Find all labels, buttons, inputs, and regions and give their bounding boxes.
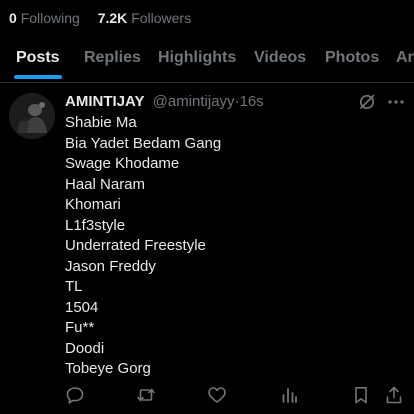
profile-tabs: Posts Replies Highlights Videos Photos A…	[0, 40, 414, 83]
post-text: Shabie Ma Bia Yadet Bedam Gang Swage Kho…	[65, 113, 221, 380]
tab-videos[interactable]: Videos	[254, 48, 306, 68]
following-label: Following	[20, 10, 80, 26]
following-count: 0	[9, 10, 17, 26]
post-text-line: Jason Freddy	[65, 257, 156, 275]
grok-icon[interactable]	[357, 92, 377, 112]
post-time[interactable]: 16s	[240, 93, 264, 110]
tab-photos[interactable]: Photos	[325, 48, 379, 68]
tab-articles[interactable]: Ar	[396, 48, 414, 68]
reply-icon[interactable]	[65, 385, 85, 405]
views-icon[interactable]	[279, 385, 299, 405]
post-text-line: 1504	[65, 298, 99, 316]
followers-count: 7.2K	[97, 10, 128, 26]
active-tab-indicator	[14, 75, 62, 79]
post-text-line: Shabie Ma	[65, 114, 137, 131]
repost-icon[interactable]	[136, 385, 156, 405]
post-text-line: Fu**	[65, 319, 95, 336]
tab-replies[interactable]: Replies	[84, 48, 141, 68]
post-text-line: Khomari	[65, 196, 121, 213]
post-text-line: L1f3style	[65, 216, 126, 234]
profile-stats: 0 Following 7.2K Followers	[9, 9, 191, 27]
author-handle[interactable]: @amintijayy	[153, 93, 235, 110]
tab-highlights[interactable]: Highlights	[158, 48, 236, 68]
post-text-line: Tobeye Gorg	[65, 360, 151, 377]
tab-posts[interactable]: Posts	[16, 48, 60, 68]
bookmark-icon[interactable]	[351, 385, 371, 405]
post-text-line: Bia Yadet Bedam Gang	[65, 134, 222, 152]
author-name[interactable]: AMINTIJAY	[65, 93, 144, 110]
post[interactable]: AMINTIJAY @amintijayy·16s Shabie Ma Bia …	[0, 83, 414, 414]
like-icon[interactable]	[207, 385, 227, 405]
followers-stat[interactable]: 7.2K Followers	[98, 9, 191, 27]
post-text-line: Swage Khodame	[65, 155, 180, 172]
post-text-line: Underrated Freestyle	[65, 237, 206, 254]
more-icon[interactable]	[386, 92, 406, 112]
post-text-line: Haal Naram	[65, 175, 146, 193]
followers-label: Followers	[131, 10, 192, 26]
post-text-line: TL	[65, 278, 83, 295]
post-header: AMINTIJAY @amintijayy·16s	[65, 92, 264, 112]
post-actions	[0, 383, 414, 407]
avatar[interactable]	[9, 93, 55, 139]
post-text-line: Doodi	[65, 339, 105, 357]
share-icon[interactable]	[384, 385, 404, 405]
following-stat[interactable]: 0 Following	[9, 9, 80, 27]
